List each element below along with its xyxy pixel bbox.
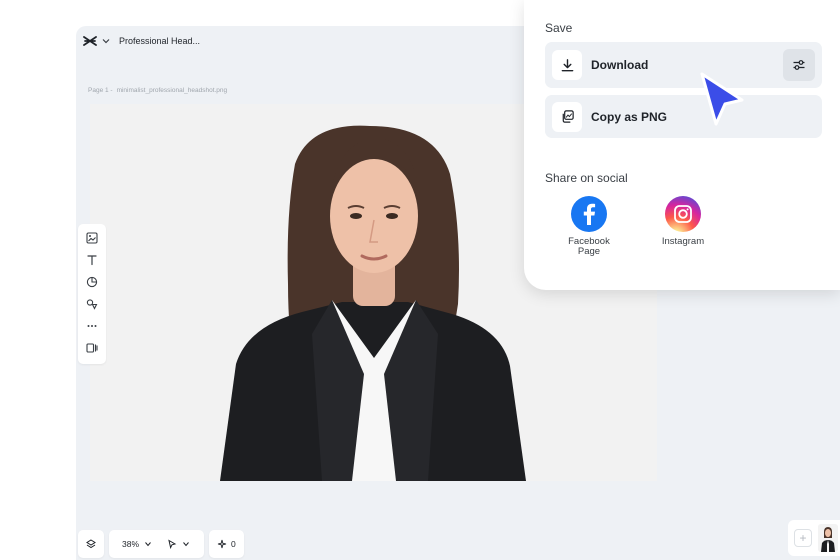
breadcrumb-page: Page 1 - [88,87,113,94]
zoom-label: 38% [122,539,140,549]
sliders-icon [793,60,805,70]
facebook-label: Facebook Page [554,237,624,257]
layers-button[interactable] [78,530,104,558]
tool-rail [78,224,106,364]
elements-icon[interactable] [83,295,101,313]
top-bar: Professional Head... [76,26,200,56]
chevron-down-icon [183,542,189,547]
download-label: Download [591,58,649,72]
instagram-icon [665,196,701,232]
magic-count: 0 [231,539,236,549]
bottom-bar: 38% 0 [78,530,244,558]
save-panel: Save Download Copy as PNG Share on socia… [524,0,840,290]
layers-icon [86,539,96,549]
share-facebook-button[interactable]: Facebook Page [554,196,624,257]
chevron-down-icon[interactable] [102,37,110,45]
copy-label: Copy as PNG [591,109,668,124]
download-icon [552,50,582,80]
image-icon[interactable] [83,229,101,247]
facebook-icon [571,196,607,232]
download-row[interactable]: Download [545,42,822,88]
magic-tools-button[interactable]: 0 [209,530,244,558]
project-title[interactable]: Professional Head... [119,36,200,46]
breadcrumb: Page 1 - minimalist_professional_headshot… [88,87,227,94]
mouse-cursor-icon [700,72,744,126]
facebook-label-line2: Page [577,246,601,257]
breadcrumb-file: minimalist_professional_headshot.png [116,87,228,94]
sparkle-icon [217,539,227,549]
share-instagram-button[interactable]: Instagram [648,196,718,247]
save-title: Save [545,21,573,35]
add-page-button[interactable]: + [794,529,812,547]
page-thumbnail[interactable] [818,524,838,552]
more-icon[interactable] [83,317,101,335]
text-icon[interactable] [83,251,101,269]
instagram-label: Instagram [661,236,705,247]
copy-icon [552,101,582,132]
copy-as-png-row[interactable]: Copy as PNG [545,95,822,138]
download-settings-button[interactable] [783,49,815,81]
frame-icon[interactable] [83,339,101,357]
chevron-down-icon [145,542,151,547]
pages-strip: + [788,520,840,556]
shapes-icon[interactable] [83,273,101,291]
capcut-logo-icon[interactable] [83,34,97,48]
zoom-controls: 38% [109,530,204,558]
zoom-dropdown[interactable]: 38% [122,539,153,549]
pointer-icon [168,539,177,549]
pointer-tool-dropdown[interactable] [167,539,191,549]
share-title: Share on social [545,171,628,185]
